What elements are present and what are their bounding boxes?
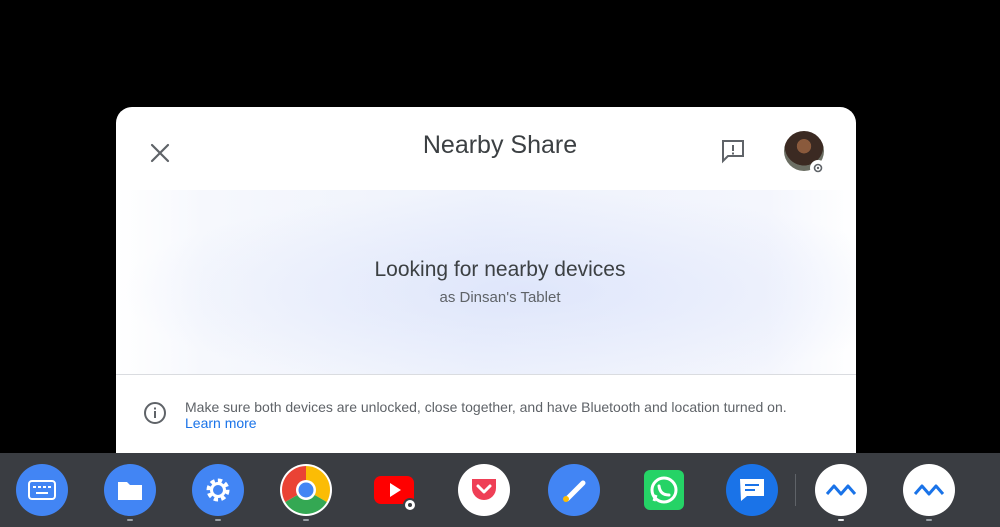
running-indicator xyxy=(926,519,932,521)
pocket-icon xyxy=(472,479,496,500)
settings-icon xyxy=(810,160,826,176)
running-indicator xyxy=(215,519,221,521)
wave-icon xyxy=(913,484,945,496)
shelf-separator xyxy=(795,474,796,506)
keyboard-icon xyxy=(28,480,56,500)
info-text: Make sure both devices are unlocked, clo… xyxy=(185,399,787,415)
youtube-app[interactable] xyxy=(368,464,420,516)
pocket-app[interactable] xyxy=(458,464,510,516)
folder-icon xyxy=(118,482,142,500)
device-scan-area xyxy=(116,190,856,374)
feedback-icon xyxy=(722,140,744,164)
chrome-icon xyxy=(281,466,331,515)
dialog-title: Nearby Share xyxy=(422,131,578,159)
pen-app[interactable] xyxy=(548,464,600,516)
feedback-button[interactable] xyxy=(718,136,748,166)
files-app[interactable] xyxy=(104,464,156,516)
message-icon xyxy=(740,479,764,501)
running-indicator xyxy=(127,519,133,521)
app-a[interactable] xyxy=(815,464,867,516)
info-icon xyxy=(144,402,166,424)
chrome-app[interactable] xyxy=(280,464,332,516)
wave-icon xyxy=(825,484,857,496)
keyboard-app[interactable] xyxy=(16,464,68,516)
divider xyxy=(116,374,856,375)
whatsapp-icon xyxy=(644,470,684,510)
gear-icon xyxy=(206,478,230,502)
app-b[interactable] xyxy=(903,464,955,516)
play-icon xyxy=(374,476,417,512)
settings-app[interactable] xyxy=(192,464,244,516)
status-subtitle: as Dinsan's Tablet xyxy=(439,289,561,306)
pen-icon xyxy=(563,480,586,502)
running-indicator xyxy=(303,519,309,521)
running-indicator xyxy=(838,519,844,521)
messages-app[interactable] xyxy=(726,464,778,516)
whatsapp-app[interactable] xyxy=(638,464,690,516)
status-title: Looking for nearby devices xyxy=(374,258,626,281)
learn-more-link[interactable]: Learn more xyxy=(185,415,257,432)
